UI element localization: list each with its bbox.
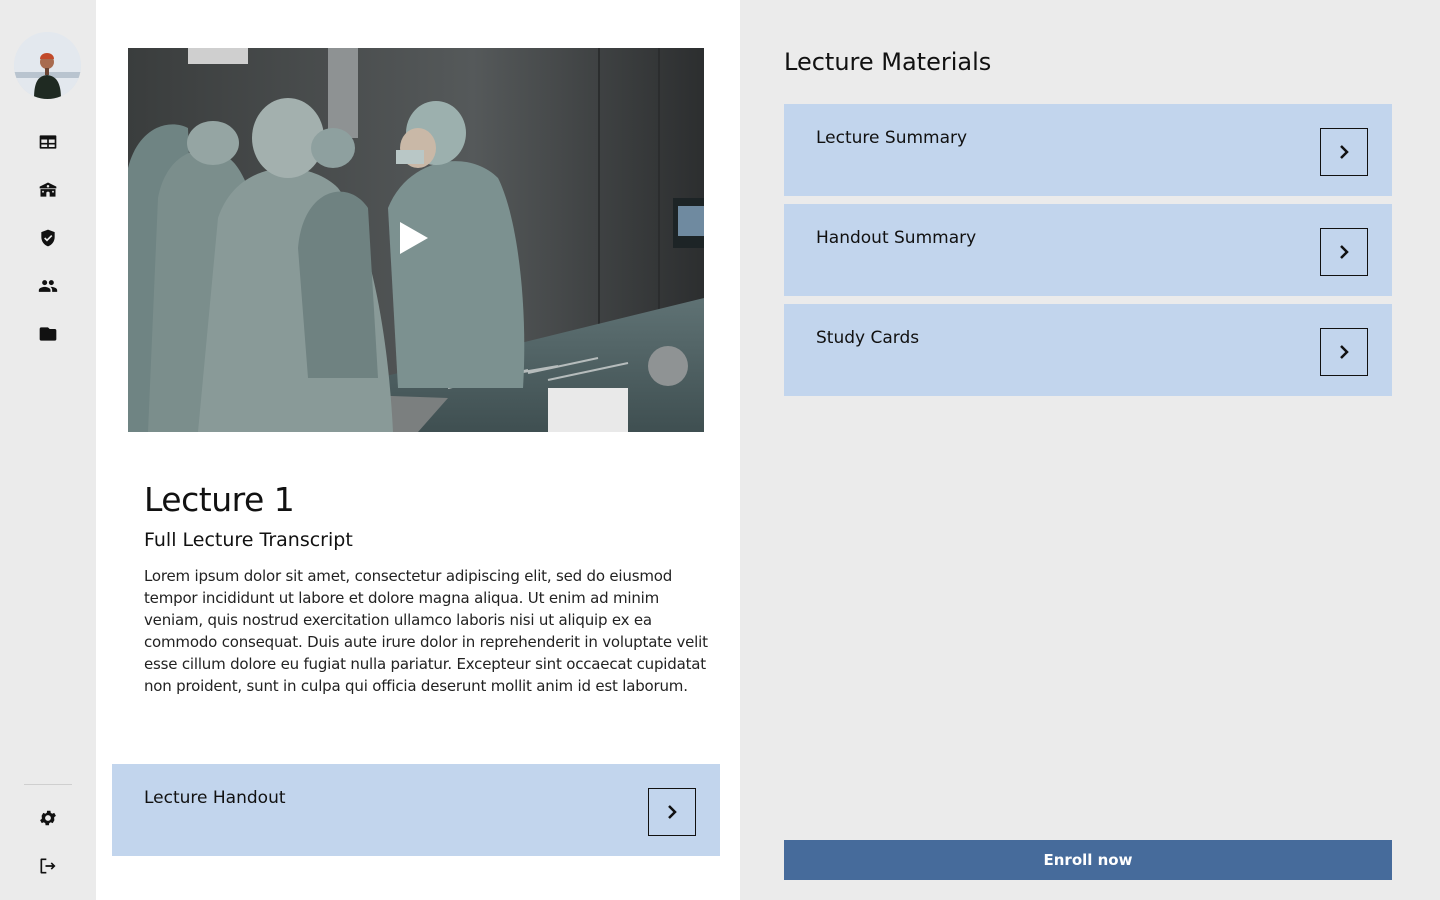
lecture-handout-open-button[interactable] <box>648 788 696 836</box>
lecture-summary-open-button[interactable] <box>1320 128 1368 176</box>
study-cards-open-button[interactable] <box>1320 328 1368 376</box>
transcript-body: Lorem ipsum dolor sit amet, consectetur … <box>144 567 708 695</box>
enroll-button[interactable]: Enroll now <box>784 840 1392 880</box>
lecture-summary-label: Lecture Summary <box>816 128 968 148</box>
lecture-summary-card[interactable]: Lecture Summary <box>784 104 1392 196</box>
video-player[interactable] <box>128 48 704 432</box>
materials-panel: Lecture Materials Lecture Summary Handou… <box>740 0 1440 900</box>
lecture-title: Lecture 1 <box>144 480 295 519</box>
sidebar <box>0 0 96 900</box>
people-icon[interactable] <box>36 274 60 298</box>
avatar[interactable] <box>14 32 81 99</box>
handout-summary-card[interactable]: Handout Summary <box>784 204 1392 296</box>
handout-summary-label: Handout Summary <box>816 228 977 248</box>
settings-icon[interactable] <box>36 806 60 830</box>
school-icon[interactable] <box>36 178 60 202</box>
study-cards-card[interactable]: Study Cards <box>784 304 1392 396</box>
logout-icon[interactable] <box>36 854 60 878</box>
lecture-handout-card[interactable]: Lecture Handout <box>112 764 720 856</box>
shield-icon[interactable] <box>36 226 60 250</box>
materials-title: Lecture Materials <box>784 48 992 76</box>
chevron-right-icon <box>1340 345 1349 359</box>
lecture-handout-label: Lecture Handout <box>144 788 286 808</box>
handout-summary-open-button[interactable] <box>1320 228 1368 276</box>
chevron-right-icon <box>1340 245 1349 259</box>
play-icon[interactable] <box>398 220 430 256</box>
sidebar-divider <box>24 784 72 785</box>
chevron-right-icon <box>1340 145 1349 159</box>
folder-icon[interactable] <box>36 322 60 346</box>
lecture-panel: Lecture 1 Full Lecture Transcript Lorem … <box>96 0 740 900</box>
dashboard-icon[interactable] <box>36 130 60 154</box>
transcript-title: Full Lecture Transcript <box>144 529 353 551</box>
study-cards-label: Study Cards <box>816 328 920 348</box>
chevron-right-icon <box>668 805 677 819</box>
